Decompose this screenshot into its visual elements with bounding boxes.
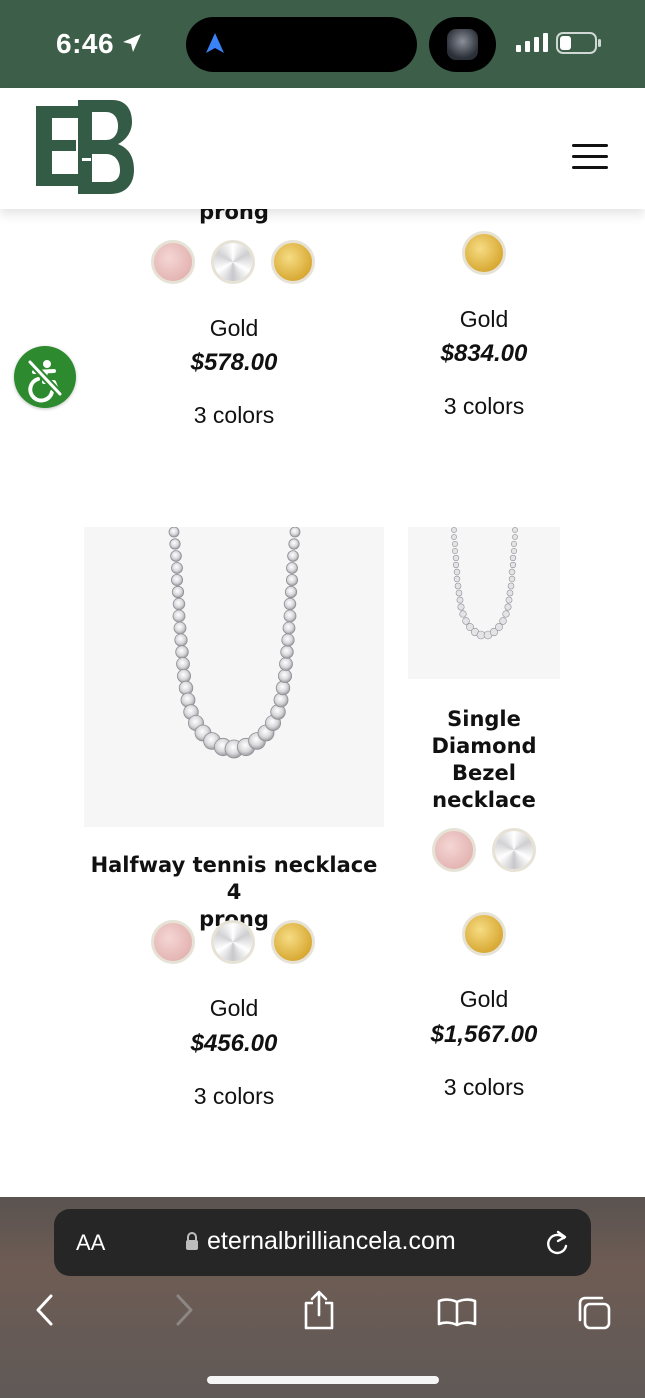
bezel-necklace-image bbox=[451, 527, 518, 640]
swatch-rose-gold[interactable] bbox=[432, 828, 476, 872]
product-price: $578.00 bbox=[190, 349, 278, 376]
cellular-signal-icon bbox=[516, 33, 548, 52]
product-metal: Gold bbox=[459, 986, 509, 1012]
menu-line bbox=[572, 144, 608, 147]
product-grid: prong Gold $578.00 3 colors Gold $834.00… bbox=[0, 209, 645, 1197]
accessibility-button[interactable] bbox=[14, 346, 76, 408]
forward-icon[interactable] bbox=[173, 1293, 195, 1327]
reload-icon[interactable] bbox=[544, 1229, 570, 1257]
swatch-white-gold[interactable] bbox=[211, 240, 255, 284]
site-header bbox=[0, 88, 645, 209]
product-title-line: Diamond bbox=[431, 734, 537, 758]
home-indicator bbox=[207, 1376, 439, 1384]
product-image[interactable] bbox=[84, 526, 384, 827]
product-metal: Gold bbox=[209, 315, 259, 341]
swatch-yellow-gold[interactable] bbox=[462, 912, 506, 956]
swatch-yellow-gold[interactable] bbox=[271, 920, 315, 964]
swatch-yellow-gold[interactable] bbox=[271, 240, 315, 284]
product-colors-count: 3 colors bbox=[193, 402, 275, 428]
product-metal: Gold bbox=[209, 995, 259, 1021]
swatch-rose-gold[interactable] bbox=[151, 920, 195, 964]
address-bar[interactable]: AA eternalbrilliancela.com bbox=[54, 1209, 591, 1276]
navigation-arrow-icon bbox=[206, 33, 224, 53]
status-bar: 6:46 bbox=[0, 0, 645, 88]
product-colors-count: 3 colors bbox=[443, 1074, 525, 1100]
share-icon[interactable] bbox=[302, 1289, 336, 1331]
swatch-white-gold[interactable] bbox=[211, 920, 255, 964]
status-time: 6:46 bbox=[56, 28, 115, 59]
product-price: $1,567.00 bbox=[430, 1021, 538, 1048]
battery-icon bbox=[556, 32, 601, 54]
product-colors-count: 3 colors bbox=[193, 1083, 275, 1109]
location-arrow-icon bbox=[123, 34, 141, 52]
product-title-line: Single bbox=[447, 707, 521, 731]
tennis-necklace-image bbox=[168, 526, 301, 759]
product-title-line: necklace bbox=[432, 788, 536, 812]
accessibility-icon bbox=[27, 359, 63, 403]
bookmarks-icon[interactable] bbox=[437, 1297, 477, 1327]
brand-logo[interactable] bbox=[34, 98, 134, 198]
product-image[interactable] bbox=[408, 527, 560, 679]
product-price: $456.00 bbox=[190, 1030, 278, 1057]
reader-settings-button[interactable]: AA bbox=[76, 1230, 105, 1256]
product-colors-count: 3 colors bbox=[443, 393, 525, 419]
swatch-white-gold[interactable] bbox=[492, 828, 536, 872]
now-playing-artwork bbox=[447, 29, 478, 60]
dynamic-island-activity bbox=[429, 17, 496, 72]
swatch-rose-gold[interactable] bbox=[151, 240, 195, 284]
url-text[interactable]: eternalbrilliancela.com bbox=[207, 1227, 456, 1256]
product-title-line: Halfway tennis necklace 4 bbox=[90, 853, 378, 904]
product-metal: Gold bbox=[459, 306, 509, 332]
lock-icon bbox=[186, 1232, 198, 1250]
dynamic-island bbox=[186, 17, 417, 72]
menu-line bbox=[572, 155, 608, 158]
product-title[interactable]: prong bbox=[84, 209, 384, 226]
product-title[interactable]: Single Diamond Bezel necklace bbox=[408, 706, 560, 814]
back-icon[interactable] bbox=[34, 1293, 56, 1327]
tabs-icon[interactable] bbox=[576, 1295, 612, 1331]
product-price: $834.00 bbox=[440, 340, 528, 367]
browser-toolbar: AA eternalbrilliancela.com bbox=[0, 1197, 645, 1398]
hamburger-menu-button[interactable] bbox=[570, 142, 610, 172]
product-title-line: Bezel bbox=[452, 761, 516, 785]
swatch-yellow-gold[interactable] bbox=[462, 231, 506, 275]
menu-line bbox=[572, 166, 608, 169]
